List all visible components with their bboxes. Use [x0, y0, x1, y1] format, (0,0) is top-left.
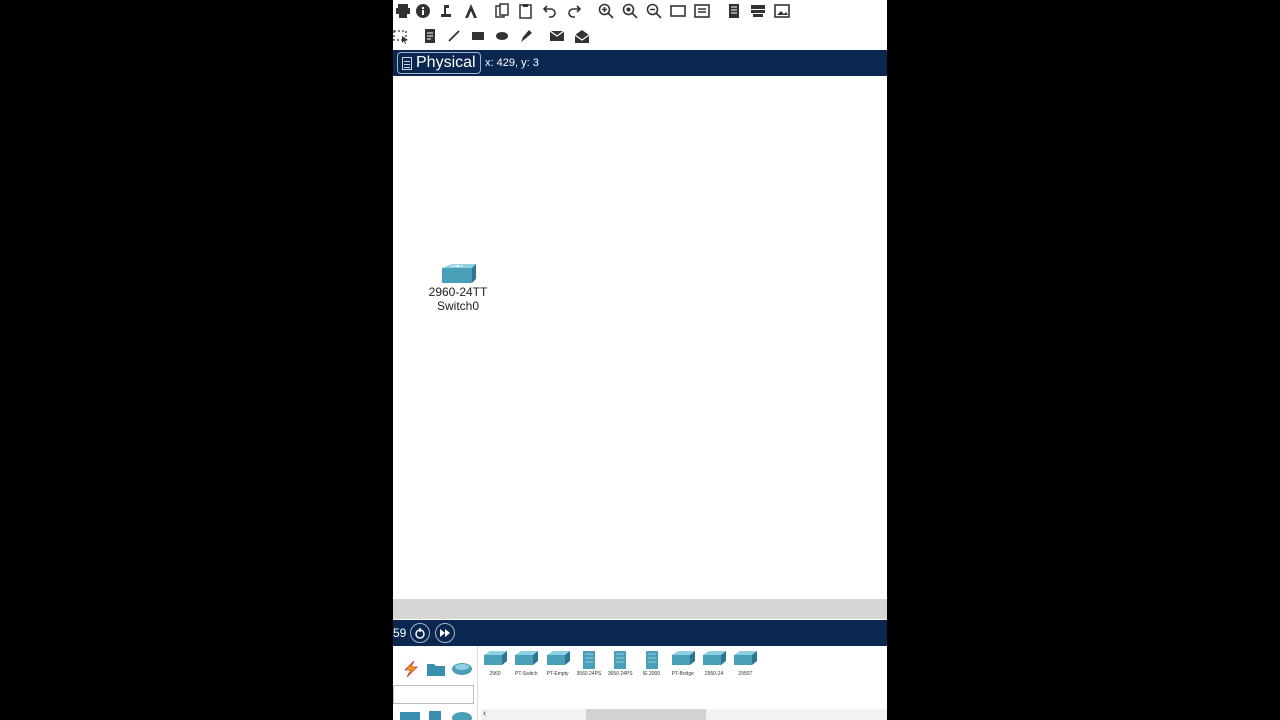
switch-icon — [513, 651, 539, 670]
main-toolbar — [393, 0, 887, 25]
palette-device-item[interactable]: 3650 24PS — [606, 650, 634, 678]
note-icon[interactable] — [422, 28, 438, 44]
network-wizard-icon[interactable] — [439, 3, 455, 19]
palette-device-item[interactable]: IE 2000 — [638, 650, 666, 678]
device-category-panel — [393, 646, 478, 720]
device-name-label: Switch0 — [436, 299, 480, 313]
palette-scrollbar[interactable]: ‹ — [481, 708, 887, 720]
power-cycle-icon[interactable] — [410, 623, 430, 643]
palette-device-label: 2950-24 — [704, 671, 724, 677]
zoom-out-icon[interactable] — [646, 3, 662, 19]
complex-pdu-icon[interactable] — [574, 28, 590, 44]
realtime-bar: 59 — [393, 620, 887, 646]
zoom-in-icon[interactable] — [598, 3, 614, 19]
bridge-icon — [670, 651, 696, 670]
components-icon[interactable] — [451, 660, 473, 678]
packet-tracer-window: Physical x: 429, y: 3 2960-24TT Switch0 … — [393, 0, 887, 720]
activity-wizard-icon[interactable] — [463, 3, 479, 19]
device-filter-input[interactable] — [393, 685, 474, 704]
physical-mode-button[interactable]: Physical — [397, 52, 481, 74]
rectangle-icon[interactable] — [470, 28, 486, 44]
palette-device-item[interactable]: PT-Switch — [512, 650, 540, 678]
select-icon[interactable] — [393, 28, 409, 44]
switch-icon — [732, 651, 758, 670]
palette-device-label: PT-Empty — [546, 671, 569, 677]
device-model-label: 2960-24TT — [428, 285, 488, 299]
undo-icon[interactable] — [542, 3, 558, 19]
simple-pdu-icon[interactable] — [549, 28, 565, 44]
palette-device-item[interactable]: 3560 24PS — [575, 650, 603, 678]
palette-device-label: IE 2000 — [642, 671, 661, 677]
palette-scroll-thumb[interactable] — [586, 709, 706, 720]
palette-device-label: PT-Bridge — [671, 671, 694, 677]
palette-device-item[interactable]: PT-Empty — [544, 650, 572, 678]
connections-icon[interactable] — [400, 660, 422, 678]
misc-icon[interactable] — [451, 708, 473, 720]
mode-label: Physical — [416, 54, 476, 71]
palette-device-label: 3650 24PS — [607, 671, 633, 677]
ellipse-icon[interactable] — [494, 28, 510, 44]
switch-icon[interactable] — [438, 263, 478, 285]
switch-icon — [482, 651, 508, 670]
palette-device-label: 2950T — [738, 671, 753, 677]
network-devices-icon[interactable] — [399, 708, 421, 720]
palette-device-label: 2960 — [489, 671, 501, 677]
workspace-canvas[interactable]: 2960-24TT Switch0 — [393, 76, 887, 599]
switch-device[interactable]: 2960-24TT Switch0 — [423, 263, 493, 313]
copy-icon[interactable] — [494, 3, 510, 19]
paste-icon[interactable] — [518, 3, 534, 19]
zoom-reset-icon[interactable] — [622, 3, 638, 19]
device-palette: 2960 PT-Switch PT-Empty 3560 24PS 3650 24PS I… — [393, 646, 887, 720]
multiuser-icon[interactable] — [427, 708, 449, 720]
palette-device-item[interactable]: 2950T — [731, 650, 759, 678]
redo-icon[interactable] — [566, 3, 582, 19]
cursor-coordinates: x: 429, y: 3 — [485, 57, 539, 69]
custom-device-icon[interactable] — [694, 3, 710, 19]
freeform-icon[interactable] — [518, 28, 534, 44]
time-label: 59 — [393, 626, 407, 640]
end-devices-icon[interactable] — [425, 660, 447, 678]
switch-icon — [701, 651, 727, 670]
palette-device-item[interactable]: 2950-24 — [700, 650, 728, 678]
screenshot-icon[interactable] — [774, 3, 790, 19]
view-icon[interactable] — [726, 3, 742, 19]
switch-icon — [545, 651, 571, 670]
fast-forward-icon[interactable] — [435, 623, 455, 643]
drawing-toolbar — [393, 24, 887, 49]
cluster-icon[interactable] — [750, 3, 766, 19]
info-icon[interactable] — [415, 3, 431, 19]
scroll-left-icon[interactable]: ‹ — [483, 708, 486, 719]
palette-device-label: PT-Switch — [515, 671, 538, 677]
canvas-horizontal-scrollbar[interactable] — [393, 599, 887, 619]
line-icon[interactable] — [446, 28, 462, 44]
palette-device-item[interactable]: 2960 — [481, 650, 509, 678]
drawing-palette-icon[interactable] — [670, 3, 686, 19]
workspace-bar: Physical x: 429, y: 3 — [393, 50, 887, 76]
print-icon[interactable] — [395, 3, 411, 19]
palette-device-label: 3560 24PS — [576, 671, 602, 677]
palette-device-item[interactable]: PT-Bridge — [669, 650, 697, 678]
workspace-icon — [402, 56, 412, 70]
